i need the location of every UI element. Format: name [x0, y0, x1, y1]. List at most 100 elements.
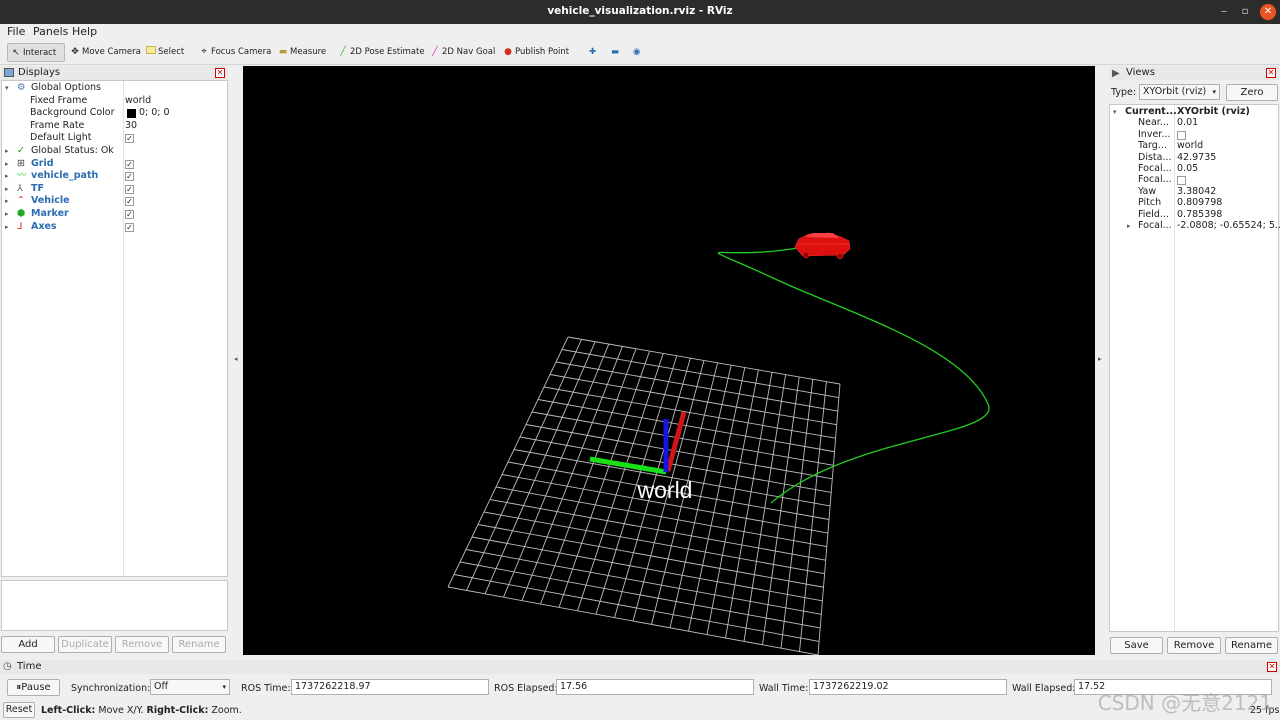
global-options-row[interactable]: ▾ ⚙ Global Options [2, 82, 227, 95]
nav-goal-tool[interactable]: ╱ 2D Nav Goal [427, 43, 495, 62]
option-row-background-color[interactable]: Background Color 0; 0; 0 [2, 107, 227, 120]
close-panel-icon[interactable]: ✕ [1267, 662, 1277, 672]
display-row-tf[interactable]: ▸ ⅄ TF ✓ [2, 183, 227, 196]
clock-icon: ◷ [3, 661, 12, 672]
menu-bar: File Panels Help [0, 24, 1280, 40]
3d-viewport[interactable]: world [243, 66, 1095, 655]
sync-label: Synchronization: [71, 683, 151, 694]
toolbar: ↖ Interact ✥ Move Camera Select ⌖ Focus Cam… [0, 40, 1280, 65]
grid-checkbox[interactable]: ✓ [125, 159, 134, 169]
grid-line [465, 549, 822, 615]
pose-estimate-tool[interactable]: ╱ 2D Pose Estimate [335, 43, 424, 62]
eye-icon[interactable]: ◉ [630, 43, 640, 62]
close-panel-icon[interactable]: ✕ [215, 68, 225, 78]
left-splitter-arrow-icon[interactable]: ◂ [234, 355, 238, 363]
time-title: Time [17, 661, 42, 672]
views-title: Views [1126, 67, 1155, 78]
grid-line [799, 381, 827, 652]
rename-display-button[interactable]: Rename [172, 636, 226, 653]
cursor-icon: ↖ [12, 48, 20, 58]
vehicle-icon: ⌃ [17, 195, 25, 207]
expand-arrow-icon[interactable]: ▾ [5, 82, 9, 95]
rename-view-button[interactable]: Rename [1225, 637, 1278, 654]
tf-checkbox[interactable]: ✓ [125, 184, 134, 194]
wall-time-field[interactable]: 1737262219.02 [809, 679, 1007, 695]
display-row-vehicle-path[interactable]: ▸ 〰 vehicle_path ✓ [2, 170, 227, 183]
save-view-button[interactable]: Save [1110, 637, 1163, 654]
scene-canvas[interactable]: world [243, 66, 1095, 655]
displays-header: Displays ✕ [1, 66, 228, 80]
grid-line [459, 561, 821, 629]
color-swatch [127, 109, 136, 119]
expand-arrow-icon[interactable]: ▸ [5, 145, 9, 158]
default-light-checkbox[interactable]: ✓ [125, 134, 134, 144]
expand-arrow-icon[interactable]: ▸ [5, 195, 9, 208]
map-pin-icon: ● [504, 47, 512, 57]
grid-line [780, 379, 814, 649]
maximize-button[interactable]: ▫ [1237, 4, 1253, 20]
menu-panels[interactable]: Panels [33, 25, 68, 38]
axes-checkbox[interactable]: ✓ [125, 222, 134, 232]
vehicle-checkbox[interactable]: ✓ [125, 197, 134, 207]
window-title: vehicle_visualization.rviz - RViz [547, 5, 733, 17]
display-description-box [1, 580, 228, 631]
close-button[interactable]: ✕ [1260, 4, 1276, 20]
watermark: CSDN @无意2121 [1097, 691, 1272, 715]
interact-tool[interactable]: ↖ Interact [7, 43, 65, 62]
option-row-frame-rate[interactable]: Frame Rate 30 [2, 120, 227, 133]
expand-arrow-icon[interactable]: ▸ [5, 170, 9, 183]
pause-button[interactable]: ⏸Pause [7, 679, 60, 696]
camera-icon: ▶ [1112, 68, 1120, 79]
marker-checkbox[interactable]: ✓ [125, 210, 134, 219]
publish-point-tool[interactable]: ● Publish Point [500, 43, 569, 62]
expand-arrow-icon[interactable]: ▸ [5, 208, 9, 221]
duplicate-display-button[interactable]: Duplicate [58, 636, 112, 653]
option-row-default-light[interactable]: Default Light ✓ [2, 132, 227, 145]
remove-view-button[interactable]: Remove [1167, 637, 1221, 654]
zero-button[interactable]: Zero [1226, 84, 1278, 101]
expand-arrow-icon[interactable]: ▸ [5, 158, 9, 171]
minimize-button[interactable]: ‒ [1216, 4, 1232, 20]
displays-tree: ▾ ⚙ Global Options Fixed Frame world Bac… [1, 80, 228, 577]
close-panel-icon[interactable]: ✕ [1266, 68, 1276, 78]
ros-time-field[interactable]: 1737262218.97 [291, 679, 489, 695]
magenta-arrow-icon: ╱ [432, 47, 438, 57]
global-status-row[interactable]: ▸ ✓ Global Status: Ok [2, 145, 227, 158]
view-type-label: Type: [1111, 87, 1137, 98]
expand-arrow-icon[interactable]: ▸ [5, 183, 9, 196]
marker-cube-icon: ⬢ [17, 208, 26, 219]
display-row-marker[interactable]: ▸ ⬢ Marker ✓ [2, 208, 227, 221]
view-prop-row[interactable]: ▸ Focal... -2.0808; -0.65524; 5.... [1110, 220, 1280, 233]
expand-arrow-icon[interactable]: ▸ [1127, 220, 1131, 233]
displays-title: Displays [18, 67, 61, 78]
focal-shape-checkbox[interactable] [1177, 176, 1186, 186]
move-camera-tool[interactable]: ✥ Move Camera [67, 43, 141, 62]
menu-file[interactable]: File [7, 25, 25, 38]
crosshair-icon: ⌖ [201, 47, 207, 57]
right-splitter-arrow-icon[interactable]: ▸ [1098, 355, 1102, 363]
invert-checkbox[interactable] [1177, 130, 1186, 140]
vehicle-path-checkbox[interactable]: ✓ [125, 172, 134, 182]
focus-camera-tool[interactable]: ⌖ Focus Camera [196, 43, 271, 62]
view-type-select[interactable]: XYOrbit (rviz) ▾ [1139, 84, 1220, 100]
display-row-grid[interactable]: ▸ ⊞ Grid ✓ [2, 158, 227, 171]
gear-icon: ⚙ [17, 82, 26, 93]
option-row-fixed-frame[interactable]: Fixed Frame world [2, 95, 227, 108]
ros-elapsed-field[interactable]: 17.56 [556, 679, 754, 695]
display-row-axes[interactable]: ▸ ⅃ Axes ✓ [2, 221, 227, 234]
remove-display-button[interactable]: Remove [115, 636, 169, 653]
vehicle-model [794, 232, 851, 260]
reset-button[interactable]: Reset [3, 702, 35, 718]
move-icon: ✥ [71, 47, 79, 57]
remove-tool-icon[interactable]: ▬ [608, 43, 619, 62]
select-tool[interactable]: Select [143, 43, 184, 62]
add-display-button[interactable]: Add [1, 636, 55, 653]
menu-help[interactable]: Help [72, 25, 97, 38]
sync-select[interactable]: Off ▾ [150, 679, 230, 695]
expand-arrow-icon[interactable]: ▸ [5, 221, 9, 234]
display-row-vehicle[interactable]: ▸ ⌃ Vehicle ✓ [2, 195, 227, 208]
checkmark-icon: ✓ [17, 145, 25, 156]
grid-line [447, 586, 819, 655]
measure-tool[interactable]: ▬ Measure [275, 43, 326, 62]
add-tool-icon[interactable]: ✚ [586, 43, 596, 62]
